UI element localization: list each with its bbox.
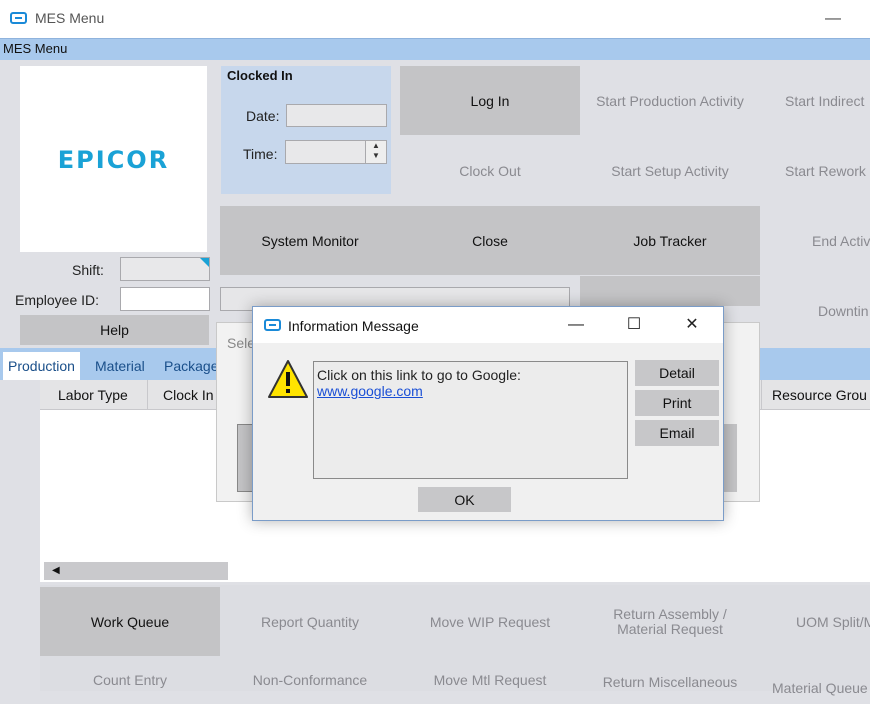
time-label: Time: (243, 146, 278, 162)
message-text: Click on this link to go to Google: (317, 367, 521, 383)
time-spinner[interactable]: ▲ ▼ (365, 141, 386, 163)
info-dialog-title: Information Message (288, 318, 419, 334)
close-button[interactable]: Close (400, 206, 580, 275)
print-button[interactable]: Print (635, 390, 719, 416)
window-title: MES Menu (35, 10, 105, 26)
column-labor-type[interactable]: Labor Type (48, 380, 148, 410)
spin-down-icon[interactable]: ▼ (366, 151, 386, 161)
spin-up-icon[interactable]: ▲ (366, 141, 386, 151)
shift-dropdown-indicator-icon (200, 258, 209, 267)
clocked-in-panel (221, 66, 391, 194)
uom-split-button[interactable]: UOM Split/M (760, 587, 870, 656)
minimize-icon[interactable]: — (562, 311, 590, 339)
column-clock-in[interactable]: Clock In (153, 380, 223, 410)
epicor-logo: EPICOR (57, 146, 170, 174)
menu-bar-label: MES Menu (3, 41, 68, 56)
non-conformance-button[interactable]: Non-Conformance (220, 672, 400, 702)
minimize-button[interactable]: — (822, 6, 844, 32)
return-assembly-material-request-button[interactable]: Return Assembly / Material Request (580, 587, 760, 656)
column-resource-group[interactable]: Resource Grou (761, 380, 870, 410)
downtime-button[interactable]: Downtin (760, 276, 870, 345)
warning-icon (268, 360, 308, 398)
ok-button[interactable]: OK (418, 487, 511, 512)
date-label: Date: (246, 108, 280, 124)
app-icon (10, 12, 27, 24)
move-wip-request-button[interactable]: Move WIP Request (400, 587, 580, 656)
start-production-activity-button[interactable]: Start Production Activity (580, 66, 760, 135)
start-setup-activity-button[interactable]: Start Setup Activity (580, 136, 760, 205)
tab-production[interactable]: Production (3, 352, 80, 380)
help-button[interactable]: Help (20, 315, 209, 345)
scroll-left-icon[interactable]: ◀ (44, 562, 228, 580)
close-icon[interactable]: ✕ (678, 311, 706, 339)
google-link[interactable]: www.google.com (317, 383, 423, 399)
message-box: Click on this link to go to Google: www.… (313, 361, 628, 479)
report-quantity-button[interactable]: Report Quantity (220, 587, 400, 656)
clock-out-button[interactable]: Clock Out (400, 136, 580, 205)
start-indirect-button[interactable]: Start Indirect (760, 66, 870, 135)
employee-id-label: Employee ID: (15, 292, 100, 308)
shift-field[interactable] (120, 257, 210, 281)
maximize-icon[interactable]: ☐ (620, 311, 648, 339)
title-bar (0, 0, 870, 38)
work-queue-button[interactable]: Work Queue (40, 587, 220, 656)
part-tracker-button-hidden[interactable] (580, 276, 760, 306)
dialog-app-icon (264, 319, 281, 331)
tab-package[interactable]: Package (159, 352, 223, 380)
material-queue-button[interactable]: Material Queue (760, 680, 870, 700)
employee-id-field[interactable] (120, 287, 210, 311)
count-entry-button[interactable]: Count Entry (40, 672, 220, 702)
select-dialog-title: Sele (227, 335, 256, 351)
menu-bar (0, 38, 870, 60)
start-rework-button[interactable]: Start Rework (760, 136, 870, 205)
log-in-button[interactable]: Log In (400, 66, 580, 135)
date-field[interactable] (286, 104, 387, 127)
job-tracker-button[interactable]: Job Tracker (580, 206, 760, 275)
shift-label: Shift: (72, 262, 104, 278)
tab-material[interactable]: Material (90, 352, 150, 380)
end-activity-button[interactable]: End Activ (760, 206, 870, 275)
email-button[interactable]: Email (635, 420, 719, 446)
detail-button[interactable]: Detail (635, 360, 719, 386)
return-miscellaneous-button[interactable]: Return Miscellaneous (580, 674, 760, 704)
system-monitor-button[interactable]: System Monitor (220, 206, 400, 275)
move-mtl-request-button[interactable]: Move Mtl Request (400, 672, 580, 702)
clocked-in-title: Clocked In (227, 68, 293, 83)
